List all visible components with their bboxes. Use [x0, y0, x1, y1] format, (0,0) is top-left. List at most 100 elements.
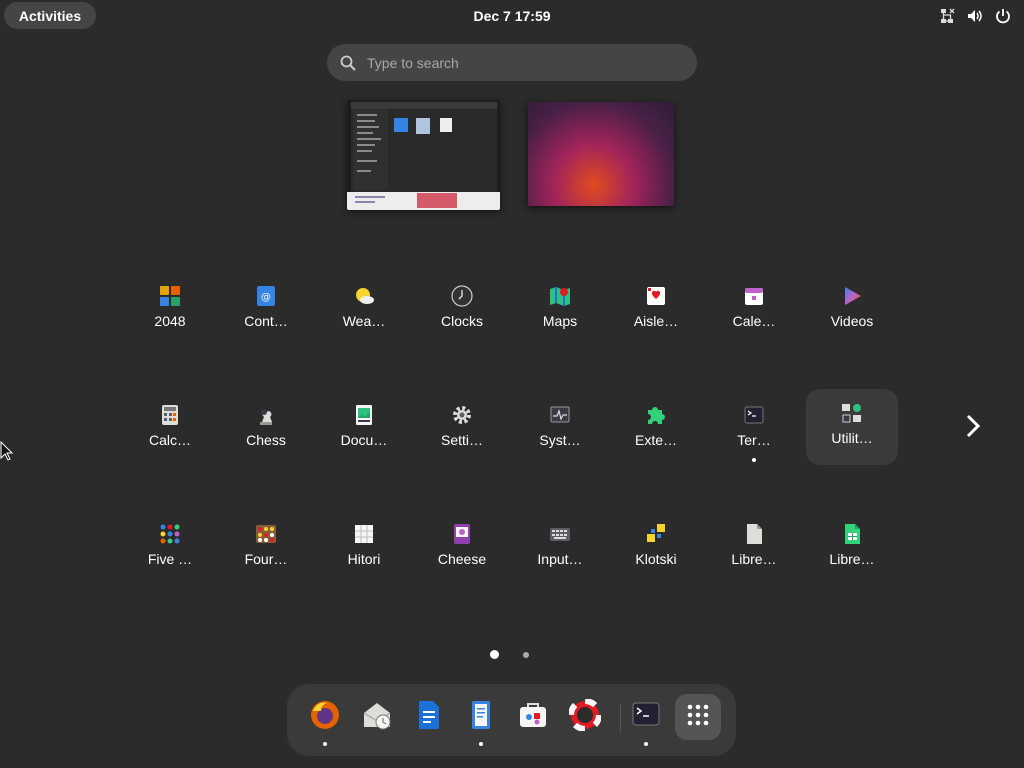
app-libreoffice-calc[interactable]: Libre… — [806, 510, 898, 586]
search-bar[interactable] — [327, 44, 697, 81]
app-system-monitor[interactable]: Syst… — [514, 391, 606, 467]
app-label: Docu… — [340, 432, 388, 448]
contacts-icon: @ — [255, 285, 277, 307]
app-2048[interactable]: 2048 — [124, 272, 216, 348]
settings-icon — [451, 404, 473, 426]
five-or-more-icon — [159, 523, 181, 545]
dash-item-software[interactable] — [510, 694, 556, 740]
app-label: Hitori — [347, 551, 381, 567]
utilities-folder-icon — [841, 402, 863, 424]
page-indicator — [490, 650, 529, 659]
app-label: Syst… — [539, 432, 581, 448]
app-five-or-more[interactable]: Five … — [124, 510, 216, 586]
app-klotski[interactable]: Klotski — [610, 510, 702, 586]
page-dot-active[interactable] — [490, 650, 499, 659]
app-input-method[interactable]: Input… — [514, 510, 606, 586]
mouse-pointer-icon — [0, 440, 14, 466]
workspace-2-thumbnail[interactable] — [528, 102, 674, 206]
app-aisleriot[interactable]: Aisle… — [610, 272, 702, 348]
app-utilities-folder[interactable]: Utilit… — [806, 389, 898, 465]
software-icon — [517, 699, 549, 736]
videos-icon — [841, 285, 863, 307]
terminal-icon — [630, 699, 662, 736]
app-terminal[interactable]: Ter… — [708, 391, 800, 467]
app-label: Utilit… — [831, 430, 873, 446]
svg-text:@: @ — [261, 292, 271, 303]
dash — [287, 684, 736, 756]
activities-button[interactable]: Activities — [4, 2, 96, 29]
app-extensions[interactable]: Exte… — [610, 391, 702, 467]
workspace-1-thumbnail[interactable] — [347, 100, 500, 210]
text-editor-icon — [465, 699, 497, 736]
search-input[interactable] — [367, 44, 667, 81]
show-apps-icon — [685, 702, 711, 733]
app-label: 2048 — [154, 313, 186, 329]
app-clocks[interactable]: Clocks — [416, 272, 508, 348]
app-label: Calc… — [148, 432, 191, 448]
libreoffice-calc-icon — [841, 523, 863, 545]
libreoffice-writer-icon — [413, 699, 445, 736]
app-label: Four… — [244, 551, 288, 567]
clocks-icon — [451, 285, 473, 307]
app-label: Libre… — [829, 551, 875, 567]
page-dot[interactable] — [523, 651, 529, 658]
dash-item-evolution[interactable] — [354, 694, 400, 740]
system-tray[interactable] — [938, 7, 1012, 25]
power-icon[interactable] — [994, 7, 1012, 25]
extensions-icon — [645, 404, 667, 426]
cheese-icon — [451, 523, 473, 545]
app-libreoffice[interactable]: Libre… — [708, 510, 800, 586]
show-apps-button[interactable] — [675, 694, 721, 740]
app-label: Ter… — [737, 432, 771, 448]
weather-icon — [353, 285, 375, 307]
dash-item-libreoffice-writer[interactable] — [406, 694, 452, 740]
app-settings[interactable]: Setti… — [416, 391, 508, 467]
app-label: Exte… — [634, 432, 677, 448]
app-label: Cheese — [437, 551, 487, 567]
four-in-a-row-icon — [255, 523, 277, 545]
app-label: Setti… — [440, 432, 483, 448]
running-indicator — [323, 742, 327, 746]
app-videos[interactable]: Videos — [806, 272, 898, 348]
clock[interactable]: Dec 7 17:59 — [440, 0, 584, 32]
dash-item-terminal[interactable] — [623, 694, 669, 746]
terminal-icon — [743, 404, 765, 426]
network-icon[interactable] — [938, 7, 956, 25]
running-indicator — [479, 742, 483, 746]
volume-icon[interactable] — [966, 7, 984, 25]
dash-item-text-editor[interactable] — [458, 694, 504, 746]
calculator-icon — [159, 404, 181, 426]
aisleriot-icon — [645, 285, 667, 307]
app-calendar[interactable]: Cale… — [708, 272, 800, 348]
app-label: Five … — [147, 551, 193, 567]
klotski-icon — [645, 523, 667, 545]
app-label: Clocks — [440, 313, 483, 329]
app-document-viewer[interactable]: Docu… — [318, 391, 410, 467]
search-icon — [339, 54, 357, 77]
app-maps[interactable]: Maps — [514, 272, 606, 348]
next-page-button[interactable] — [960, 412, 986, 440]
calendar-icon — [743, 285, 765, 307]
chevron-right-icon — [960, 414, 986, 444]
app-label: Maps — [542, 313, 578, 329]
firefox-icon — [309, 699, 341, 736]
app-cheese[interactable]: Cheese — [416, 510, 508, 586]
app-label: Wea… — [342, 313, 386, 329]
dash-item-firefox[interactable] — [302, 694, 348, 746]
app-contacts[interactable]: @ Cont… — [220, 272, 312, 348]
document-viewer-icon — [353, 404, 375, 426]
app-label: Cale… — [732, 313, 776, 329]
app-chess[interactable]: Chess — [220, 391, 312, 467]
libreoffice-icon — [743, 523, 765, 545]
app-label: Klotski — [635, 551, 677, 567]
app-label: Aisle… — [633, 313, 679, 329]
help-icon — [568, 697, 602, 736]
dash-item-help[interactable] — [562, 694, 608, 740]
app-hitori[interactable]: Hitori — [318, 510, 410, 586]
input-method-icon — [549, 523, 571, 545]
evolution-icon — [361, 699, 393, 736]
app-weather[interactable]: Wea… — [318, 272, 410, 348]
app-calculator[interactable]: Calc… — [124, 391, 216, 467]
running-indicator — [644, 742, 648, 746]
app-four-in-a-row[interactable]: Four… — [220, 510, 312, 586]
